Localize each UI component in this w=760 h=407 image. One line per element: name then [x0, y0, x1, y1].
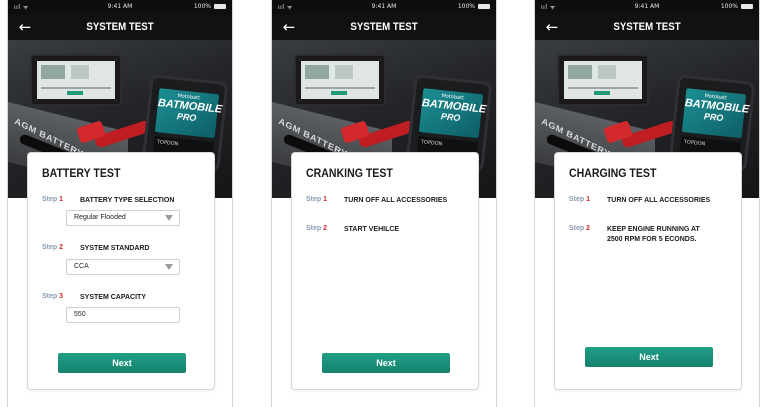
- status-bar: ııl ᯤ 9:41 AM 100%: [272, 0, 496, 14]
- next-button[interactable]: Next: [58, 353, 186, 373]
- step-label: Step 3: [42, 293, 64, 300]
- tablet-device-image: [557, 54, 649, 106]
- step-label: Step 1: [569, 196, 591, 203]
- battery-percent: 100%: [720, 3, 738, 10]
- battery-icon: [214, 4, 226, 9]
- test-card: CRANKING TEST Step 1 TURN OFF ALL ACCESS…: [291, 152, 479, 390]
- step-label: Step 2: [306, 225, 328, 232]
- page-title: SYSTEM TEST: [350, 21, 418, 33]
- test-card: BATTERY TEST Step 1 BATTERY TYPE SELECTI…: [27, 152, 215, 390]
- step-label: Step 1: [42, 196, 64, 203]
- step-text: KEEP ENGINE RUNNING AT 2500 RPM FOR 5 EC…: [607, 226, 700, 243]
- battery-percent: 100%: [193, 3, 211, 10]
- next-button[interactable]: Next: [585, 347, 713, 367]
- system-capacity-input[interactable]: 550: [66, 307, 180, 323]
- test-card: CHARGING TEST Step 1 TURN OFF ALL ACCESS…: [554, 152, 742, 390]
- step-text: BATTERY TYPE SELECTION: [80, 197, 175, 204]
- chevron-down-icon: [165, 215, 173, 221]
- phone-screen-cranking-test: ııl ᯤ 9:41 AM 100% ← SYSTEM TEST AGM BAT…: [271, 0, 497, 407]
- step-text: SYSTEM STANDARD: [80, 245, 150, 252]
- tablet-device-image: [30, 54, 122, 106]
- tester-screen: Motobatt BATMOBILE PRO: [418, 88, 487, 139]
- battery-status: 100%: [721, 3, 753, 10]
- phone-screen-charging-test: ııl ᯤ 9:41 AM 100% ← SYSTEM TEST AGM BAT…: [534, 0, 760, 407]
- step-text: SYSTEM CAPACITY: [80, 294, 146, 301]
- step-text: START VEHILCE: [344, 226, 400, 233]
- battery-status: 100%: [194, 3, 226, 10]
- card-title: CRANKING TEST: [306, 166, 393, 180]
- step-text: TURN OFF ALL ACCESSORIES: [344, 197, 448, 204]
- nav-bar: ← SYSTEM TEST: [272, 14, 496, 40]
- chevron-down-icon: [165, 264, 173, 270]
- page-title: SYSTEM TEST: [613, 21, 681, 33]
- status-bar: ııl ᯤ 9:41 AM 100%: [8, 0, 232, 14]
- battery-icon: [741, 4, 753, 9]
- battery-type-select[interactable]: Regular Flooded: [66, 210, 180, 226]
- system-capacity-value: 550: [74, 311, 86, 318]
- system-standard-select[interactable]: CCA: [66, 259, 180, 275]
- phone-screen-battery-test: ııl ᯤ 9:41 AM 100% ← SYSTEM TEST AGM BAT…: [7, 0, 233, 407]
- tester-screen: Motobatt BATMOBILE PRO: [681, 88, 750, 139]
- tester-screen: Motobatt BATMOBILE PRO: [154, 88, 223, 139]
- card-title: CHARGING TEST: [569, 166, 657, 180]
- step-text: TURN OFF ALL ACCESSORIES: [607, 197, 711, 204]
- battery-icon: [478, 4, 490, 9]
- nav-bar: ← SYSTEM TEST: [535, 14, 759, 40]
- battery-type-value: Regular Flooded: [74, 214, 126, 221]
- step-label: Step 1: [306, 196, 328, 203]
- step-label: Step 2: [569, 225, 591, 232]
- system-standard-value: CCA: [74, 263, 89, 270]
- next-button[interactable]: Next: [322, 353, 450, 373]
- battery-status: 100%: [458, 3, 490, 10]
- card-title: BATTERY TEST: [42, 166, 121, 180]
- step-label: Step 2: [42, 244, 64, 251]
- battery-percent: 100%: [457, 3, 475, 10]
- status-bar: ııl ᯤ 9:41 AM 100%: [535, 0, 759, 14]
- nav-bar: ← SYSTEM TEST: [8, 14, 232, 40]
- page-title: SYSTEM TEST: [86, 21, 154, 33]
- tablet-device-image: [294, 54, 386, 106]
